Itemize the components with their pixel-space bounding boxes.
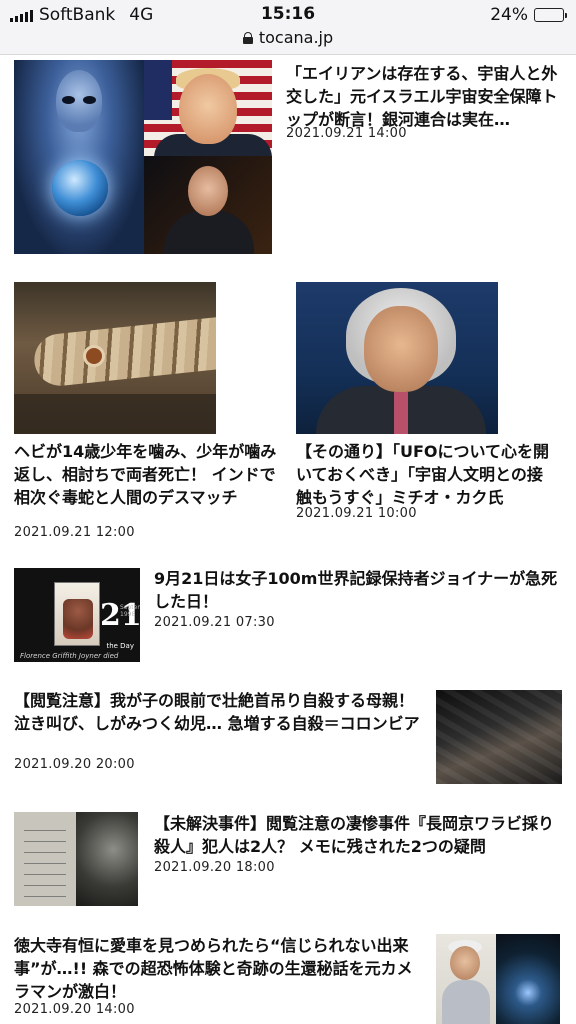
article-date: 2021.09.20 14:00 — [14, 1002, 135, 1017]
article-date: 2021.09.20 18:00 — [154, 860, 275, 875]
url-text[interactable]: tocana.jp — [259, 28, 333, 47]
article-title[interactable]: 9月21日は女子100m世界記録保持者ジョイナーが急死した日！ — [154, 567, 560, 613]
article-date: 2021.09.20 20:00 — [14, 757, 135, 772]
article-title[interactable]: 徳大寺有恒に愛車を見つめられたら“信じられない出来事”が…!! 森での超恐怖体験… — [14, 934, 424, 1003]
battery-info: 24% — [490, 5, 567, 25]
address-bar[interactable]: tocana.jp — [0, 28, 576, 47]
article-date: 2021.09.21 07:30 — [154, 615, 275, 630]
thumb-caption: the Day — [106, 642, 134, 650]
article-date: 2021.09.21 12:00 — [14, 525, 135, 540]
article-title[interactable]: 「エイリアンは存在する、宇宙人と外交した」元イスラエル宇宙安全保障トップが断言！… — [286, 62, 558, 131]
article-title[interactable]: 【その通り】「UFOについて心を開いておくべき」「宇宙人文明との接触もうすぐ」ミ… — [296, 440, 558, 509]
thumb-caption: Florence Griffith Joyner died — [20, 652, 119, 660]
article-date: 2021.09.21 10:00 — [296, 506, 417, 521]
article-thumbnail[interactable] — [14, 812, 138, 906]
battery-percent: 24% — [490, 5, 528, 25]
status-bar: SoftBank 4G 15:16 24% tocana.jp — [0, 0, 576, 55]
article-thumbnail[interactable]: 21 September 1998 the Day Florence Griff… — [14, 568, 140, 662]
article-title[interactable]: 【閲覧注意】我が子の眼前で壮絶首吊り自殺する母親！ 泣き叫び、しがみつく幼児… … — [14, 689, 424, 735]
article-thumbnail[interactable] — [296, 282, 498, 434]
article-thumbnail[interactable] — [14, 60, 272, 254]
thumb-subtext: September 1998 — [120, 604, 140, 618]
article-title[interactable]: 【未解決事件】閲覧注意の凄惨事件『長岡京ワラビ採り殺人』犯人は2人？ メモに残さ… — [154, 812, 560, 858]
article-thumbnail[interactable] — [14, 282, 216, 434]
article-title[interactable]: ヘビが14歳少年を噛み、少年が噛み返し、相討ちで両者死亡！ インドで相次ぐ毒蛇と… — [14, 440, 280, 509]
article-thumbnail[interactable] — [436, 934, 560, 1024]
article-thumbnail[interactable] — [436, 690, 562, 784]
battery-icon — [534, 8, 567, 22]
article-date: 2021.09.21 14:00 — [286, 126, 407, 141]
lock-icon — [242, 31, 253, 44]
